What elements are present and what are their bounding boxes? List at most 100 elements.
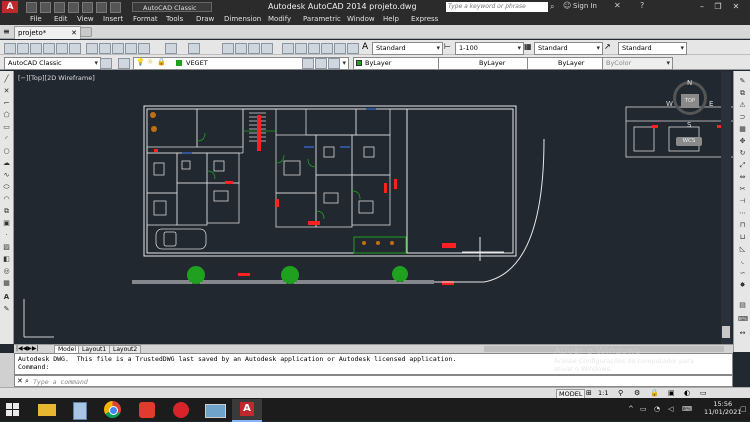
new-tab-button[interactable] (80, 27, 92, 37)
help-search-input[interactable]: Type a keyword or phrase (446, 2, 548, 12)
wps-office-icon[interactable] (132, 399, 162, 420)
publish-icon[interactable] (69, 43, 81, 54)
point-icon[interactable]: · (2, 231, 11, 239)
make-block-icon[interactable]: ▣ (2, 219, 11, 227)
volume-icon[interactable]: ◁ (668, 405, 673, 413)
plot-icon[interactable] (82, 2, 93, 13)
notifications-icon[interactable]: ▢ (740, 405, 747, 413)
blend-icon[interactable]: ∽ (738, 269, 747, 277)
plot-icon[interactable] (43, 43, 55, 54)
break-point-icon[interactable]: ⋯ (738, 209, 747, 217)
revision-cloud-icon[interactable]: ☁ (2, 159, 11, 167)
tab-menu-icon[interactable]: ≡ (3, 27, 10, 36)
move-icon[interactable]: ✥ (738, 137, 747, 145)
compass-north[interactable]: N (687, 79, 692, 87)
close-command-icon[interactable]: ✕ (17, 377, 23, 385)
workspace-switch-icon[interactable]: ⚙ (634, 389, 640, 397)
spline-icon[interactable]: ∿ (2, 171, 11, 179)
command-search-icon[interactable]: ⌕ (25, 377, 29, 386)
ellipse-arc-icon[interactable]: ◠ (2, 195, 11, 203)
minimize-button[interactable]: – (696, 1, 708, 12)
tray-expand-icon[interactable]: ^ (628, 405, 634, 413)
vertical-scrollbar[interactable] (721, 71, 731, 344)
save-icon[interactable] (30, 43, 42, 54)
opera-icon[interactable] (166, 399, 196, 420)
redo-icon[interactable] (188, 43, 200, 54)
close-tab-icon[interactable]: ✕ (71, 27, 77, 39)
system-clock[interactable]: 15:56 11/01/2021 (704, 400, 741, 416)
autocad-taskbar-icon[interactable]: A (232, 399, 262, 422)
construction-line-icon[interactable]: ✕ (2, 87, 11, 95)
vertical-scroll-thumb[interactable] (722, 326, 730, 338)
extend-icon[interactable]: ⊣ (738, 197, 747, 205)
explode-icon[interactable]: ✸ (738, 281, 747, 289)
app-logo-icon[interactable]: A (2, 1, 18, 13)
menu-file[interactable]: File (30, 15, 42, 23)
layer-state-icon[interactable] (328, 58, 340, 69)
mirror-icon[interactable]: ⚠ (738, 101, 747, 109)
document-app-icon[interactable] (64, 399, 94, 420)
photos-icon[interactable] (200, 399, 230, 420)
offset-icon[interactable]: ⊃ (738, 113, 747, 121)
exchange-icon[interactable]: ✕ (614, 1, 621, 10)
zoom-window-icon[interactable] (248, 43, 260, 54)
layer-properties-icon[interactable] (118, 58, 130, 69)
rotate-icon[interactable]: ↻ (738, 149, 747, 157)
arc-icon[interactable]: ◜ (2, 135, 11, 143)
isolate-icon[interactable]: ◐ (684, 389, 690, 397)
layer-freeze-icon[interactable]: ☼ (147, 58, 153, 66)
fillet-icon[interactable]: ◟ (738, 257, 747, 265)
paste-icon[interactable] (112, 43, 124, 54)
command-input[interactable]: Type a command (33, 378, 88, 386)
undo-icon[interactable] (96, 2, 107, 13)
grid-icon[interactable]: ⊞ (586, 389, 592, 397)
viewcube-top-face[interactable]: TOP (681, 94, 699, 108)
annotation-visibility-icon[interactable]: ⚲ (618, 389, 623, 397)
menu-help[interactable]: Help (383, 15, 399, 23)
network-icon[interactable]: ◔ (654, 405, 660, 413)
break-icon[interactable]: ⊓ (738, 221, 747, 229)
compass-east[interactable]: E (709, 100, 713, 108)
insert-block-icon[interactable]: ⧉ (2, 207, 11, 215)
close-button[interactable]: ✕ (730, 1, 742, 12)
add-selected-icon[interactable]: ✎ (2, 305, 11, 313)
qnew-icon[interactable] (4, 43, 16, 54)
text-style-select[interactable]: Standard (372, 42, 443, 55)
pan-icon[interactable] (222, 43, 234, 54)
text-edit-icon[interactable]: ⌨ (738, 315, 748, 323)
table-style-select[interactable]: Standard (534, 42, 603, 55)
copy-object-icon[interactable]: ⧉ (738, 89, 747, 97)
lock-icon[interactable]: 🔒 (650, 389, 659, 397)
menu-window[interactable]: Window (347, 15, 375, 23)
layer-on-icon[interactable]: 💡 (136, 58, 145, 66)
menu-express[interactable]: Express (411, 15, 438, 23)
hardware-acceleration-icon[interactable]: ▣ (668, 389, 675, 397)
binoculars-icon[interactable]: ⌕ (550, 2, 554, 12)
save-as-icon[interactable] (68, 2, 79, 13)
sheet-set-icon[interactable] (321, 43, 333, 54)
compass-west[interactable]: W (666, 100, 673, 108)
sign-in-link[interactable]: Sign In (573, 2, 597, 10)
trim-icon[interactable]: ✂ (738, 185, 747, 193)
tab-nav-icon[interactable]: |◀◀▶▶| (16, 345, 39, 352)
design-center-icon[interactable] (295, 43, 307, 54)
menu-draw[interactable]: Draw (196, 15, 214, 23)
file-explorer-icon[interactable] (32, 399, 62, 420)
clean-screen-icon[interactable]: ▭ (700, 389, 707, 397)
undo-icon[interactable] (165, 43, 177, 54)
battery-icon[interactable]: ▭ (640, 405, 647, 413)
preview-icon[interactable] (56, 43, 68, 54)
join-icon[interactable]: ⊔ (738, 233, 747, 241)
command-line[interactable]: ✕ ⌕ Type a command (14, 375, 733, 387)
line-icon[interactable]: ╱ (2, 75, 11, 83)
menu-edit[interactable]: Edit (54, 15, 68, 23)
scale-icon[interactable]: ⤢ (738, 161, 747, 169)
mleader-style-select[interactable]: Standard (618, 42, 687, 55)
rectangle-icon[interactable]: ▭ (2, 123, 11, 131)
restore-button[interactable]: ❐ (712, 1, 724, 12)
menu-dimension[interactable]: Dimension (224, 15, 261, 23)
hatch-icon[interactable]: ▨ (2, 243, 11, 251)
color-select[interactable]: ByLayer (353, 57, 448, 70)
menu-insert[interactable]: Insert (103, 15, 123, 23)
drawing-area[interactable]: [−][Top][2D Wireframe] TOP N S E W WCS (14, 71, 733, 344)
